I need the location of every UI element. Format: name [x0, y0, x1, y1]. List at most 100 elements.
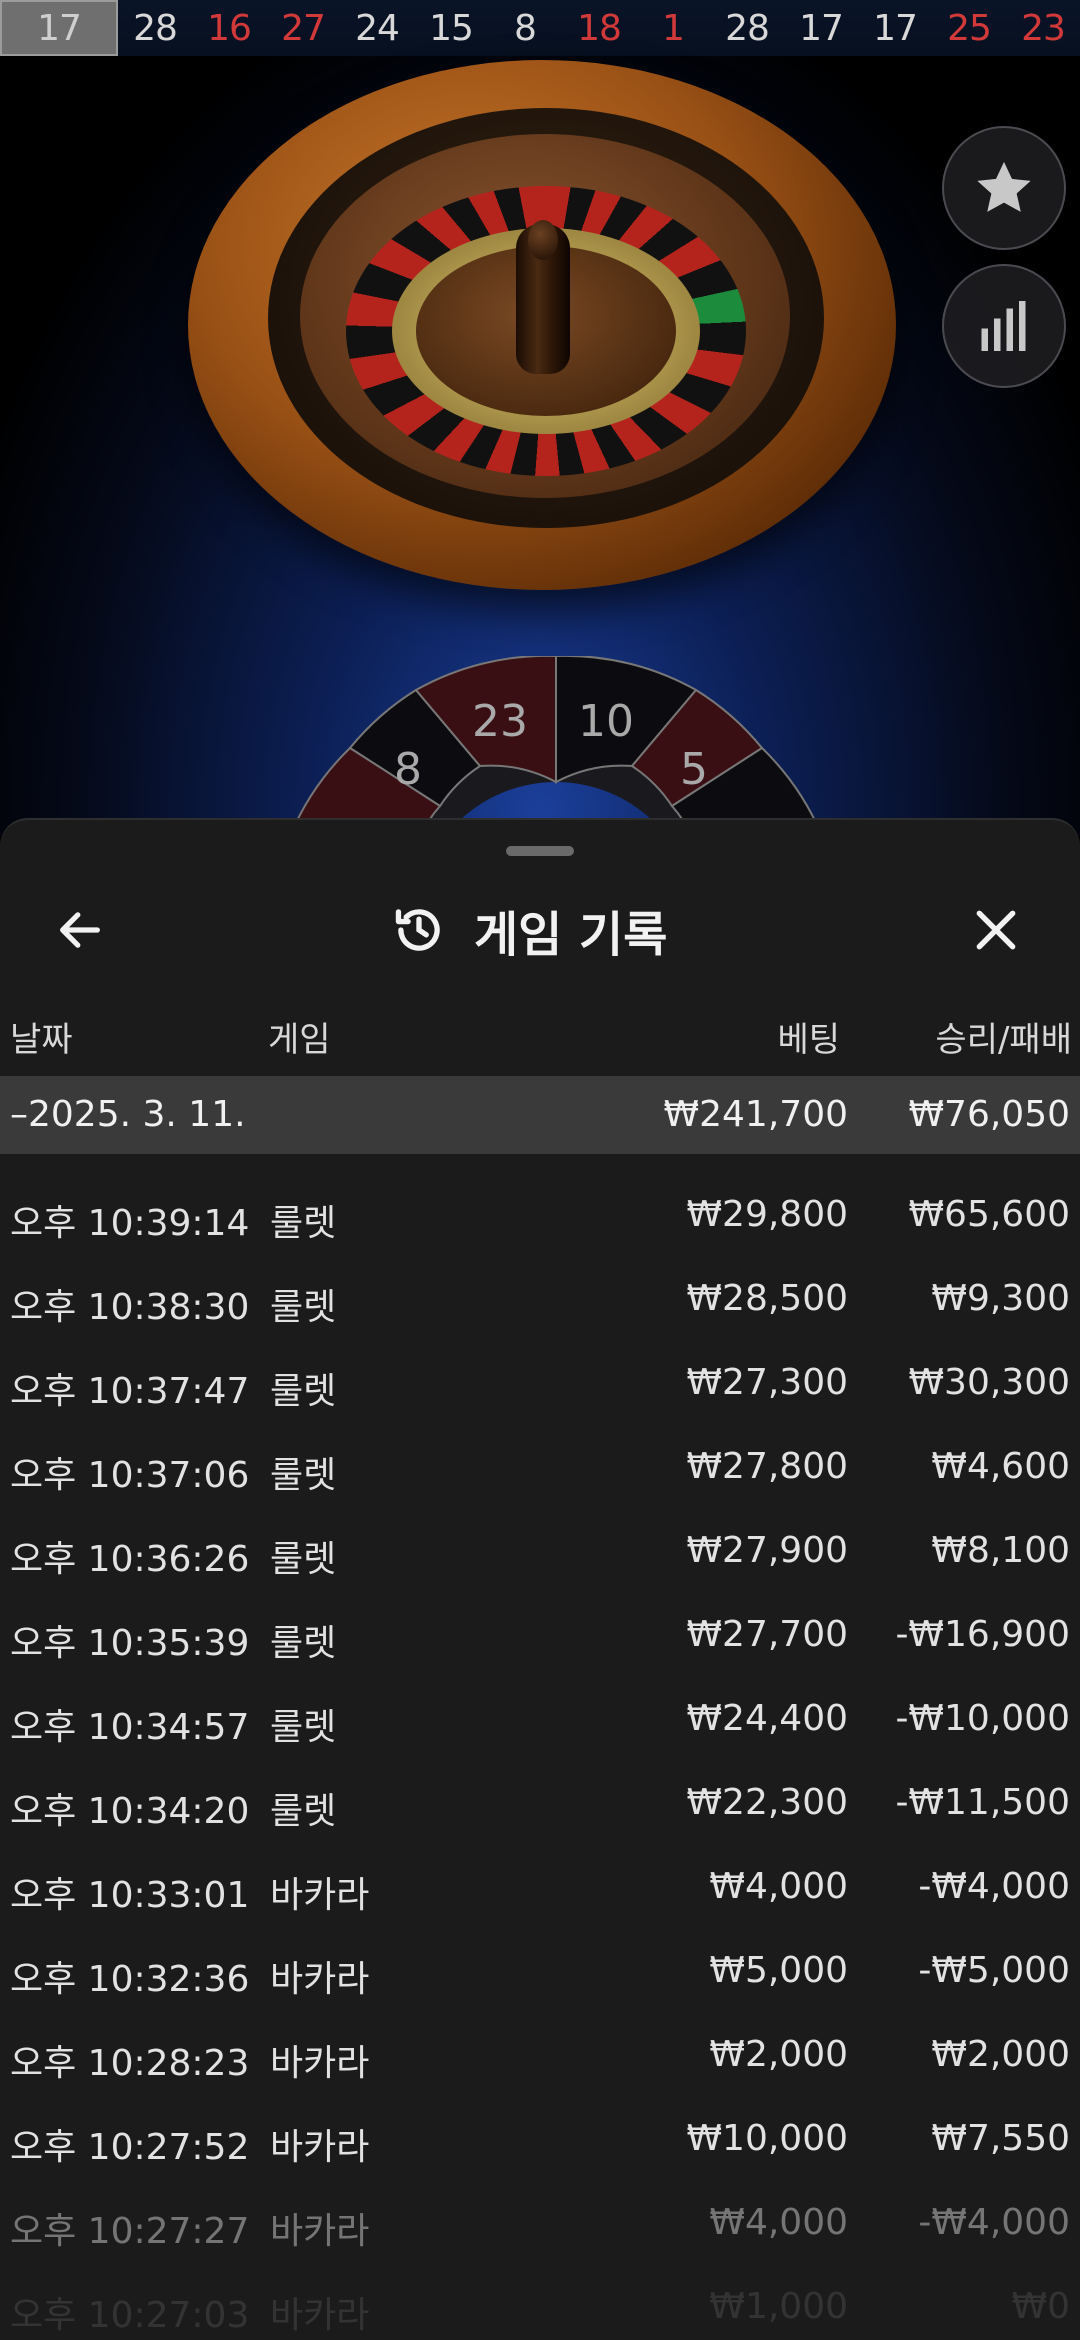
row-time: 오후 10:37:47 — [10, 1371, 250, 1412]
row-game: 룰렛 — [270, 1371, 337, 1412]
favorite-button[interactable] — [942, 126, 1066, 250]
column-header-game: 게임 — [268, 1020, 331, 1060]
row-time: 오후 10:38:30 — [10, 1287, 250, 1328]
row-game: 바카라 — [270, 2211, 370, 2252]
history-row[interactable]: 오후 10:37:06 룰렛 ₩27,800 ₩4,600 — [0, 1424, 1080, 1508]
row-bet: ₩24,400 — [686, 1698, 848, 1739]
sheet-title-group: 게임 기록 — [390, 892, 667, 968]
racetrack-segment[interactable]: 8 — [394, 744, 422, 795]
row-game: 룰렛 — [270, 1287, 337, 1328]
row-bet: ₩27,300 — [686, 1362, 848, 1403]
history-row[interactable]: 오후 10:27:27 바카라 ₩4,000 -₩4,000 — [0, 2180, 1080, 2264]
row-bet: ₩27,800 — [686, 1446, 848, 1487]
row-game: 룰렛 — [270, 1707, 337, 1748]
column-header-bet: 베팅 — [777, 1020, 840, 1060]
row-result: ₩30,300 — [908, 1362, 1070, 1403]
row-result: ₩0 — [1011, 2286, 1071, 2327]
row-result: ₩9,300 — [931, 1278, 1070, 1319]
roulette-scene: 8 23 10 5 — [0, 56, 1080, 836]
date-group-label: –2025. 3. 11. — [10, 1094, 246, 1135]
result-item: 28 — [725, 7, 770, 49]
result-latest: 17 — [0, 0, 118, 56]
row-result: ₩8,100 — [931, 1530, 1070, 1571]
row-bet: ₩4,000 — [709, 2202, 848, 2243]
result-item: 25 — [947, 7, 992, 49]
game-history-sheet: 게임 기록 날짜 게임 베팅 승리/패배 –2025. 3. 11. ₩241,… — [0, 818, 1080, 2340]
roulette-wheel-turret-top — [528, 220, 558, 260]
date-group-result-total: ₩76,050 — [908, 1094, 1070, 1135]
row-bet: ₩1,000 — [709, 2286, 848, 2327]
result-item: 28 — [133, 7, 178, 49]
history-row[interactable]: 오후 10:32:36 바카라 ₩5,000 -₩5,000 — [0, 1928, 1080, 2012]
history-row[interactable]: 오후 10:37:47 룰렛 ₩27,300 ₩30,300 — [0, 1340, 1080, 1424]
result-item: 24 — [355, 7, 400, 49]
racetrack-segment[interactable]: 23 — [472, 696, 528, 747]
history-row[interactable]: 오후 10:33:01 바카라 ₩4,000 -₩4,000 — [0, 1844, 1080, 1928]
history-row[interactable]: 오후 10:38:30 룰렛 ₩28,500 ₩9,300 — [0, 1256, 1080, 1340]
row-result: ₩65,600 — [908, 1194, 1070, 1235]
history-row[interactable]: 오후 10:39:14 룰렛 ₩29,800 ₩65,600 — [0, 1172, 1080, 1256]
result-item: 15 — [429, 7, 474, 49]
row-game: 룰렛 — [270, 1455, 337, 1496]
row-time: 오후 10:37:06 — [10, 1455, 250, 1496]
row-result: ₩2,000 — [931, 2034, 1070, 2075]
row-game: 바카라 — [270, 1959, 370, 2000]
result-item: 23 — [1021, 7, 1066, 49]
row-game: 바카라 — [270, 1875, 370, 1916]
row-game: 룰렛 — [270, 1539, 337, 1580]
history-row[interactable]: 오후 10:27:03 바카라 ₩1,000 ₩0 — [0, 2264, 1080, 2340]
close-icon — [976, 910, 1016, 950]
racetrack-segment[interactable]: 5 — [680, 744, 708, 795]
row-time: 오후 10:27:52 — [10, 2127, 250, 2168]
history-row[interactable]: 오후 10:36:26 룰렛 ₩27,900 ₩8,100 — [0, 1508, 1080, 1592]
history-icon — [395, 909, 440, 951]
statistics-button[interactable] — [942, 264, 1066, 388]
result-item: 8 — [514, 7, 537, 49]
back-button[interactable] — [44, 894, 116, 966]
close-button[interactable] — [960, 894, 1032, 966]
row-game: 룰렛 — [270, 1791, 337, 1832]
row-bet: ₩29,800 — [686, 1194, 848, 1235]
row-result: -₩16,900 — [895, 1614, 1070, 1655]
racetrack-segment[interactable]: 10 — [578, 696, 634, 747]
row-bet: ₩27,900 — [686, 1530, 848, 1571]
history-row[interactable]: 오후 10:28:23 바카라 ₩2,000 ₩2,000 — [0, 2012, 1080, 2096]
row-bet: ₩10,000 — [686, 2118, 848, 2159]
row-result: ₩7,550 — [931, 2118, 1070, 2159]
date-group-bet-total: ₩241,700 — [663, 1094, 848, 1135]
result-item: 27 — [281, 7, 326, 49]
row-bet: ₩28,500 — [686, 1278, 848, 1319]
result-item: 1 — [662, 7, 685, 49]
result-item: 17 — [873, 7, 918, 49]
sheet-title: 게임 기록 — [474, 907, 668, 963]
row-time: 오후 10:32:36 — [10, 1959, 250, 2000]
row-time: 오후 10:34:20 — [10, 1791, 250, 1832]
result-item: 18 — [577, 7, 622, 49]
sheet-drag-handle[interactable] — [506, 846, 574, 856]
row-time: 오후 10:36:26 — [10, 1539, 250, 1580]
row-game: 바카라 — [270, 2295, 370, 2336]
history-row[interactable]: 오후 10:34:57 룰렛 ₩24,400 -₩10,000 — [0, 1676, 1080, 1760]
history-list: 오후 10:39:14 룰렛 ₩29,800 ₩65,600 오후 10:38:… — [0, 1172, 1080, 2340]
row-game: 바카라 — [270, 2127, 370, 2168]
history-row[interactable]: 오후 10:35:39 룰렛 ₩27,700 -₩16,900 — [0, 1592, 1080, 1676]
row-time: 오후 10:35:39 — [10, 1623, 250, 1664]
history-row[interactable]: 오후 10:34:20 룰렛 ₩22,300 -₩11,500 — [0, 1760, 1080, 1844]
row-time: 오후 10:34:57 — [10, 1707, 250, 1748]
row-bet: ₩5,000 — [709, 1950, 848, 1991]
row-result: -₩5,000 — [918, 1950, 1070, 1991]
row-bet: ₩27,700 — [686, 1614, 848, 1655]
result-item: 16 — [207, 7, 252, 49]
row-result: ₩4,600 — [931, 1446, 1070, 1487]
row-game: 룰렛 — [270, 1623, 337, 1664]
row-game: 룰렛 — [270, 1203, 337, 1244]
row-result: -₩10,000 — [895, 1698, 1070, 1739]
row-time: 오후 10:39:14 — [10, 1203, 250, 1244]
history-row[interactable]: 오후 10:27:52 바카라 ₩10,000 ₩7,550 — [0, 2096, 1080, 2180]
row-bet: ₩2,000 — [709, 2034, 848, 2075]
sheet-header: 게임 기록 — [0, 870, 1080, 990]
row-time: 오후 10:27:27 — [10, 2211, 250, 2252]
date-group-row[interactable]: –2025. 3. 11. ₩241,700 ₩76,050 — [0, 1076, 1080, 1154]
result-item: 17 — [799, 7, 844, 49]
racetrack-ring[interactable] — [290, 656, 822, 836]
